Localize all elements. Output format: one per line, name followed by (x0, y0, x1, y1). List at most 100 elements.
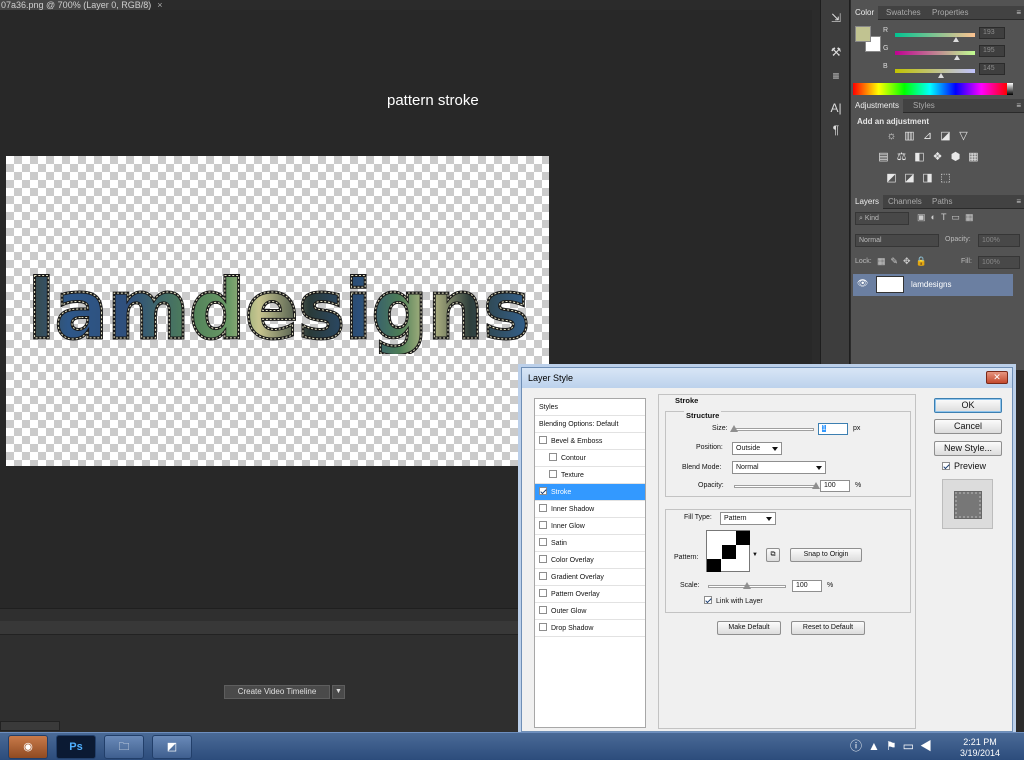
ok-button[interactable]: OK (934, 398, 1002, 413)
style-checkbox[interactable] (539, 555, 547, 563)
color-spectrum-bw[interactable] (1007, 83, 1013, 95)
style-checkbox[interactable] (549, 470, 557, 478)
opacity-slider-track[interactable] (734, 485, 816, 488)
red-thumb[interactable] (952, 37, 959, 42)
red-value[interactable]: 193 (979, 27, 1005, 39)
adjustment-icon[interactable]: ▽ (957, 131, 970, 142)
adjustment-icon[interactable]: ▦ (967, 152, 980, 163)
green-track[interactable] (895, 51, 975, 55)
blend-mode-select[interactable]: Normal (855, 234, 939, 247)
style-checkbox[interactable] (539, 623, 547, 631)
adjustment-icon[interactable]: ❖ (931, 152, 944, 163)
style-checkbox[interactable] (539, 487, 547, 495)
tab-properties[interactable]: Properties (928, 6, 972, 20)
blending-options-item[interactable]: Blending Options: Default (535, 416, 645, 433)
green-value[interactable]: 195 (979, 45, 1005, 57)
cancel-button[interactable]: Cancel (934, 419, 1002, 434)
reset-to-default-button[interactable]: Reset to Default (791, 621, 865, 635)
make-default-button[interactable]: Make Default (717, 621, 781, 635)
photoshop-taskbar-button[interactable]: Ps (56, 735, 96, 759)
explorer-folder-icon[interactable]: 🗀 (104, 735, 144, 759)
style-item[interactable]: Gradient Overlay (535, 569, 645, 586)
style-item[interactable]: Inner Shadow (535, 501, 645, 518)
tab-swatches[interactable]: Swatches (882, 6, 925, 20)
tab-paths[interactable]: Paths (928, 195, 956, 209)
adjust-icon[interactable]: ≡ (827, 68, 845, 84)
paragraph-icon[interactable]: ¶ (827, 122, 845, 138)
styles-header[interactable]: Styles (535, 399, 645, 416)
adjustment-icon[interactable]: ◪ (939, 131, 952, 142)
panel-menu-icon[interactable]: ≡ (1016, 195, 1021, 209)
adjustment-icon[interactable]: ▥ (903, 131, 916, 142)
style-checkbox[interactable] (539, 504, 547, 512)
layer-fill-field[interactable]: 100% (978, 256, 1020, 269)
visibility-eye-icon[interactable]: 👁 (857, 278, 868, 289)
adjustment-icon[interactable]: ▤ (877, 152, 890, 163)
style-item[interactable]: Stroke (535, 484, 645, 501)
style-checkbox[interactable] (539, 589, 547, 597)
timeline-zoom-slider[interactable] (0, 721, 60, 731)
adjustment-icon[interactable]: ☼ (885, 131, 898, 142)
layer-name[interactable]: lamdesigns (911, 280, 951, 289)
dialog-titlebar[interactable]: Layer Style (522, 368, 1012, 388)
create-video-timeline-button[interactable]: Create Video Timeline (224, 685, 330, 699)
style-checkbox[interactable] (539, 606, 547, 614)
brush-presets-icon[interactable]: ⚒ (827, 44, 845, 60)
link-with-layer-checkbox[interactable]: Link with Layer (704, 596, 763, 605)
layer-filter-select[interactable]: ⌕ Kind (855, 212, 909, 225)
document-tab[interactable]: 07a36.png @ 700% (Layer 0, RGB/8) × (0, 0, 163, 10)
fill-type-select[interactable]: Pattern (720, 512, 776, 525)
close-tab-icon[interactable]: × (157, 0, 162, 10)
style-item[interactable]: Drop Shadow (535, 620, 645, 637)
blue-thumb[interactable] (937, 73, 944, 78)
style-item[interactable]: Color Overlay (535, 552, 645, 569)
tab-color[interactable]: Color (851, 6, 879, 20)
tab-layers[interactable]: Layers (851, 195, 884, 209)
green-thumb[interactable] (953, 55, 960, 60)
tab-adjustments[interactable]: Adjustments (851, 99, 904, 113)
size-input[interactable]: 1 (818, 423, 848, 435)
start-orb-icon[interactable]: ◉ (8, 735, 48, 759)
adjustment-icon[interactable]: ◩ (885, 173, 898, 184)
panel-menu-icon[interactable]: ≡ (1016, 99, 1021, 113)
adjustment-icon[interactable]: ⚖ (895, 152, 908, 163)
layer-filter-icons[interactable]: ▣◐T▭▦ (917, 212, 1007, 225)
layer-thumbnail[interactable] (876, 276, 904, 293)
adjustment-icon[interactable]: ◨ (921, 173, 934, 184)
tray-icons[interactable]: ⓘ▲⚑▭◀ (850, 737, 938, 754)
link-with-layer-check-icon[interactable] (704, 596, 712, 604)
app-taskbar-icon[interactable]: ◩ (152, 735, 192, 759)
style-item[interactable]: Contour (535, 450, 645, 467)
style-checkbox[interactable] (539, 572, 547, 580)
style-item[interactable]: Outer Glow (535, 603, 645, 620)
character-icon[interactable]: A| (827, 100, 845, 116)
scale-input[interactable]: 100 (792, 580, 822, 592)
layer-opacity-field[interactable]: 100% (978, 234, 1020, 247)
system-clock[interactable]: 2:21 PM 3/19/2014 (960, 737, 1000, 759)
opacity-input[interactable]: 100 (820, 480, 850, 492)
lock-icons[interactable]: ▦✎✥🔒 (877, 256, 932, 267)
size-slider-thumb[interactable] (730, 425, 738, 432)
red-track[interactable] (895, 33, 975, 37)
style-checkbox[interactable] (539, 538, 547, 546)
style-item[interactable]: Inner Glow (535, 518, 645, 535)
adjustment-icon[interactable]: ◧ (913, 152, 926, 163)
new-preset-icon[interactable]: ⧉ (766, 548, 780, 562)
color-spectrum[interactable] (853, 83, 1007, 95)
adjustment-icon[interactable]: ⊿ (921, 131, 934, 142)
blue-value[interactable]: 145 (979, 63, 1005, 75)
size-slider-track[interactable] (734, 428, 814, 431)
style-item[interactable]: Satin (535, 535, 645, 552)
adjustment-icon[interactable]: ⬢ (949, 152, 962, 163)
adjustment-icon[interactable]: ◪ (903, 173, 916, 184)
pattern-picker-arrow-icon[interactable]: ▼ (752, 552, 758, 558)
adjustment-icon[interactable]: ⬚ (939, 173, 952, 184)
position-select[interactable]: Outside (732, 442, 782, 455)
green-slider[interactable]: G 195 (883, 45, 1019, 60)
style-item[interactable]: Pattern Overlay (535, 586, 645, 603)
new-style-button[interactable]: New Style... (934, 441, 1002, 456)
blue-slider[interactable]: B 145 (883, 63, 1019, 78)
style-item[interactable]: Bevel & Emboss (535, 433, 645, 450)
dialog-close-button[interactable]: ✕ (986, 371, 1008, 384)
pattern-swatch[interactable] (706, 530, 750, 572)
